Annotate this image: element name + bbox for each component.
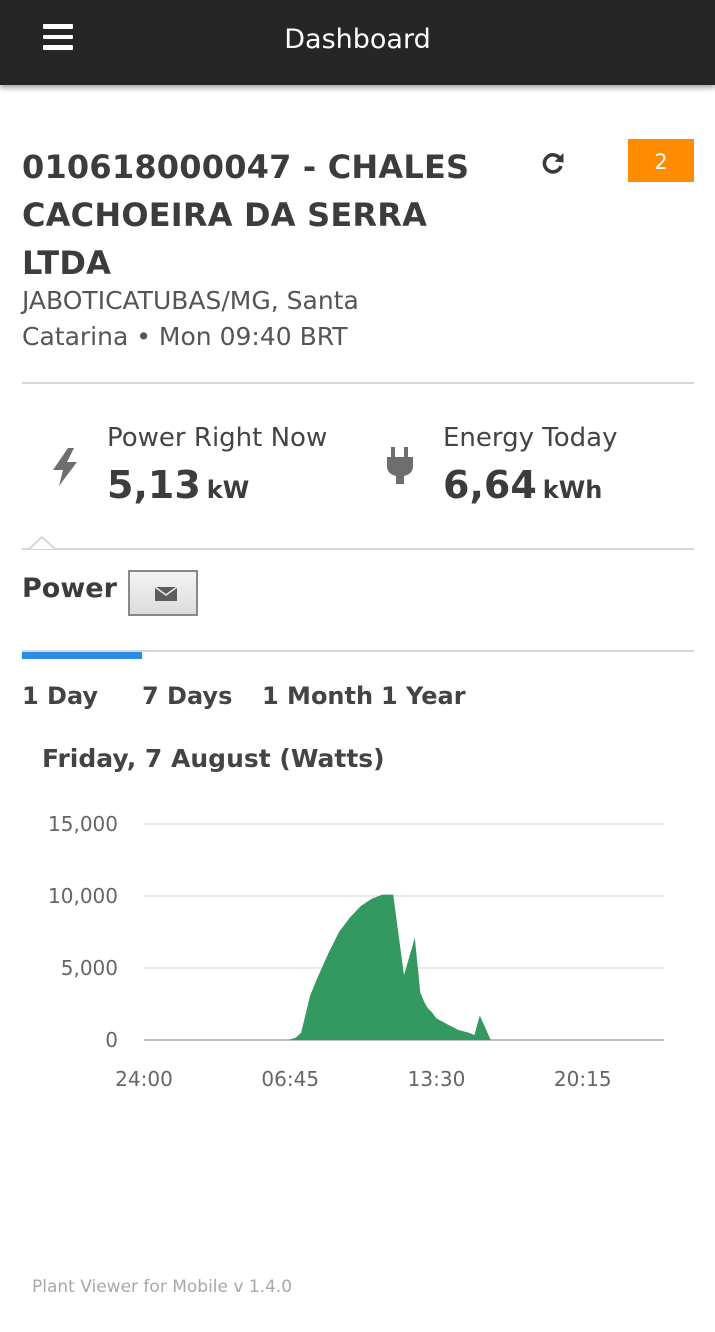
y-tick-label: 5,000 — [61, 956, 118, 980]
energy-today-number: 6,64 — [443, 463, 537, 507]
section-title: Power — [22, 573, 117, 604]
power-chart: 15,000 10,000 5,000 0 24:00 06:45 13:30 20:15 — [48, 812, 664, 1091]
tab-7-days[interactable]: 7 Days — [142, 682, 232, 710]
power-now-value: 5,13 kW — [107, 463, 249, 507]
lightning-bolt-icon — [50, 447, 80, 491]
active-tab-indicator — [22, 652, 142, 659]
tab-1-year[interactable]: 1 Year — [381, 682, 466, 710]
alert-count-badge[interactable]: 2 — [628, 139, 694, 182]
page-title: Dashboard — [284, 24, 431, 55]
power-now-unit: kW — [206, 476, 250, 504]
plug-icon — [385, 446, 415, 490]
tab-1-month[interactable]: 1 Month — [262, 682, 373, 710]
selection-pointer — [29, 536, 55, 550]
energy-today-value: 6,64 kWh — [443, 463, 602, 507]
plant-title: 010618000047 - CHALES CACHOEIRA DA SERRA… — [22, 148, 470, 282]
energy-today-unit: kWh — [542, 476, 603, 504]
footer-version: Plant Viewer for Mobile v 1.4.0 — [32, 1277, 293, 1297]
y-tick-label: 0 — [105, 1028, 118, 1052]
tab-1-day[interactable]: 1 Day — [22, 682, 98, 710]
x-tick-label: 13:30 — [408, 1067, 466, 1091]
power-now-number: 5,13 — [107, 463, 201, 507]
x-tick-label: 24:00 — [115, 1067, 173, 1091]
y-tick-label: 15,000 — [48, 812, 118, 836]
divider — [22, 382, 694, 384]
envelope-icon — [154, 586, 178, 601]
energy-today-label: Energy Today — [443, 423, 618, 453]
refresh-icon[interactable] — [540, 150, 566, 176]
x-tick-label: 06:45 — [261, 1067, 319, 1091]
y-tick-label: 10,000 — [48, 884, 118, 908]
x-tick-label: 20:15 — [554, 1067, 612, 1091]
top-app-bar: Dashboard — [0, 0, 715, 85]
email-button[interactable] — [128, 570, 198, 616]
power-now-label: Power Right Now — [107, 423, 328, 453]
divider — [22, 548, 694, 550]
chart-title: Friday, 7 August (Watts) — [42, 744, 385, 773]
plant-location: JABOTICATUBAS/MG, Santa Catarina • Mon 0… — [22, 286, 359, 351]
